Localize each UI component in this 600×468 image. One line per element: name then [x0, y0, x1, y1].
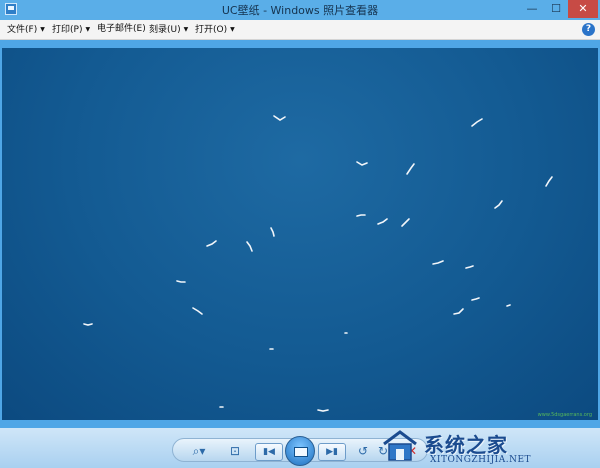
menu-burn[interactable]: 刻录(U) ▼ [149, 20, 188, 39]
menu-email-label: 电子邮件(E) [97, 24, 146, 34]
menu-email[interactable]: 电子邮件(E) [97, 20, 146, 39]
chevron-down-icon: ▼ [230, 26, 235, 33]
maximize-button[interactable]: ☐ [544, 0, 568, 18]
help-icon[interactable]: ? [582, 23, 595, 36]
previous-button[interactable]: ▮◀ [255, 443, 283, 461]
chevron-down-icon: ▼ [183, 26, 189, 33]
house-logo-icon [383, 430, 417, 461]
logo-url: XITONGZHIJIA.NET [430, 455, 532, 465]
image-viewport: www.5dsgaerrans.org [0, 40, 600, 428]
rotate-left-icon[interactable]: ↺ [355, 442, 371, 460]
menu-file-label: 文件(F) [7, 25, 38, 35]
next-button[interactable]: ▶▮ [318, 443, 346, 461]
zoom-icon[interactable]: ⌕▾ [188, 442, 210, 460]
seagull-flock [83, 115, 553, 412]
menu-toolbar: 文件(F) ▼ 打印(P) ▼ 电子邮件(E) 刻录(U) ▼ 打开(O) ▼ ? [0, 20, 600, 40]
minimize-button[interactable]: — [520, 0, 544, 18]
chevron-down-icon: ▼ [85, 26, 91, 33]
close-button[interactable]: ✕ [568, 0, 598, 18]
menu-print[interactable]: 打印(P) ▼ [52, 20, 90, 39]
menu-print-label: 打印(P) [52, 25, 83, 35]
site-logo: 系统之家 XITONGZHIJIA.NET [378, 428, 600, 468]
window-title: UC壁纸 - Windows 照片查看器 [221, 4, 379, 17]
actual-size-icon[interactable]: ⊡ [226, 442, 244, 460]
chevron-down-icon: ▼ [40, 26, 45, 33]
title-bar: UC壁纸 - Windows 照片查看器 — ☐ ✕ [0, 0, 600, 20]
menu-file[interactable]: 文件(F) ▼ [7, 20, 45, 39]
slideshow-button[interactable] [285, 436, 315, 466]
menu-burn-label: 刻录(U) [149, 25, 181, 35]
menu-open[interactable]: 打开(O) ▼ [195, 20, 235, 39]
logo-text: 系统之家 [424, 433, 508, 457]
photo-seagulls: www.5dsgaerrans.org [2, 48, 598, 420]
photo-watermark: www.5dsgaerrans.org [537, 412, 592, 418]
menu-open-label: 打开(O) [195, 25, 228, 35]
